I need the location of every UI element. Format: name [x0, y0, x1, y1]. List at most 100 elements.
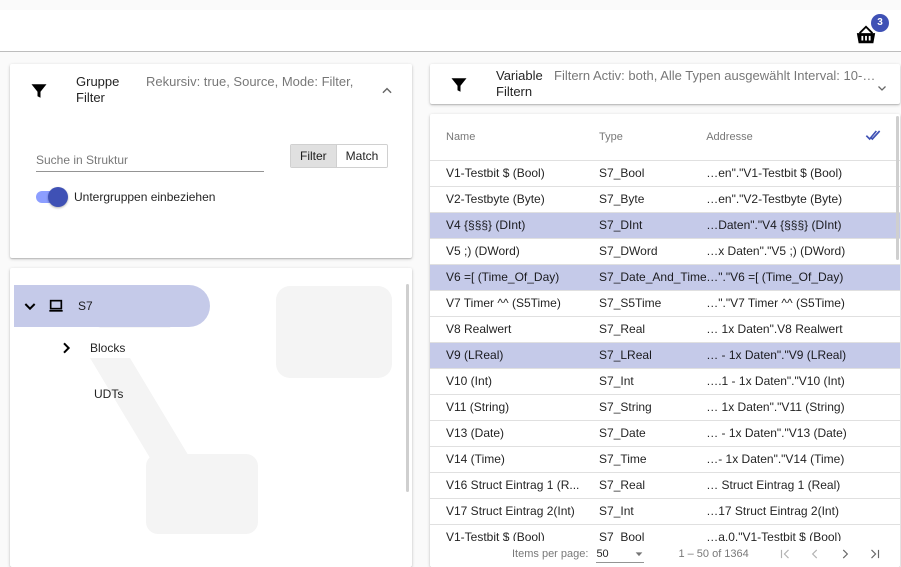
done-all-icon[interactable] — [865, 127, 881, 143]
table-scrollbar[interactable] — [896, 116, 899, 260]
cart-count-badge: 3 — [871, 14, 889, 32]
table-row[interactable]: V6 =[ (Time_Of_Day) S7_Date_And_Time …"."V… — [430, 264, 900, 291]
cell-spacer — [864, 446, 900, 473]
cell-name: V7 Timer ^^ (S5Time) — [430, 290, 600, 317]
cell-name: V13 (Date) — [430, 420, 600, 447]
table-row[interactable]: V13 (Date) S7_Date… - 1x Daten"."V13 (Dat… — [430, 420, 900, 447]
tree-node-udts[interactable]: UDTs — [94, 387, 123, 401]
table-row[interactable]: V16 Struct Eintrag 1 (R... S7_Real… Struc… — [430, 472, 900, 499]
cell-address: …- 1x Daten"."V14 (Time) — [706, 446, 865, 473]
cell-address: …"."V6 =[ (Time_Of_Day) — [706, 264, 865, 291]
cell-address: …"."V7 Timer ^^ (S5Time) — [706, 290, 865, 317]
cell-name: V11 (String) — [430, 394, 600, 421]
include-subgroups-switch[interactable]: Untergruppen einbeziehen — [36, 187, 216, 207]
cell-type: S7_Date_And_Time — [599, 264, 707, 291]
cell-address: …x Daten"."V5 ;) (DWord) — [706, 238, 865, 265]
column-header-name[interactable]: Name — [430, 114, 600, 161]
variable-filter-panel[interactable]: Variable Filtern Filtern Activ: both, Al… — [430, 64, 900, 104]
cell-spacer — [864, 420, 900, 447]
cell-spacer — [864, 264, 900, 291]
previous-page-button[interactable] — [803, 544, 827, 564]
top-toolbar: 3 — [0, 10, 901, 52]
table-row[interactable]: V7 Timer ^^ (S5Time) S7_S5Time …"."V7 Time… — [430, 290, 900, 317]
cell-spacer — [864, 316, 900, 343]
filter-toggle-button[interactable]: Filter — [291, 145, 336, 167]
cell-name: V2-Testbyte (Byte) — [430, 186, 600, 213]
table-body: V1-Testbit $ (Bool) S7_Bool …en"."V1-Testb… — [430, 160, 900, 551]
search-row: Filter Match — [36, 144, 396, 174]
cell-type: S7_Real — [599, 316, 707, 343]
chevron-right-icon[interactable] — [58, 340, 74, 356]
cell-type: S7_Time — [599, 446, 707, 473]
cell-type: S7_DWord — [599, 238, 707, 265]
table-row[interactable]: V9 (LReal) S7_LReal… - 1x Daten"."V9 (LRe… — [430, 342, 900, 369]
table-row[interactable]: V1-Testbit $ (Bool) S7_Bool …en"."V1-Testb… — [430, 160, 900, 187]
tree-node-label: Blocks — [90, 341, 126, 355]
variable-table: Name Type Addresse V1-Testbit $ (Bool) S7… — [430, 114, 900, 551]
column-header-address[interactable]: Addresse — [706, 114, 865, 161]
table-row[interactable]: V5 ;) (DWord) S7_DWord …x Daten"."V5 ;) (D… — [430, 238, 900, 265]
paginator: Items per page: 50 1 – 50 of 1364 — [430, 541, 900, 567]
last-page-icon — [870, 549, 879, 559]
cell-type: S7_DInt — [599, 212, 707, 239]
tree-node-label: UDTs — [94, 387, 124, 401]
cell-name: V17 Struct Eintrag 2(Int) — [430, 498, 600, 525]
cell-address: … - 1x Daten"."V9 (LReal) — [706, 342, 865, 369]
cell-spacer — [864, 238, 900, 265]
table-row[interactable]: V4 {§§§} (DInt) S7_DInt …Daten"."V4 {§§§} … — [430, 212, 900, 239]
cell-name: V4 {§§§} (DInt) — [430, 212, 600, 239]
switch-thumb[interactable] — [48, 187, 68, 207]
device-icon — [49, 299, 63, 312]
chevron-down-icon[interactable] — [876, 82, 888, 94]
select-all-header[interactable] — [864, 114, 900, 161]
table-row[interactable]: V2-Testbyte (Byte) S7_Byte …en"."V2-Testby… — [430, 186, 900, 213]
cell-name: V9 (LReal) — [430, 342, 600, 369]
items-per-page-select[interactable]: 50 — [596, 545, 645, 563]
first-page-icon — [780, 549, 789, 559]
table-row[interactable]: V17 Struct Eintrag 2(Int) S7_Int …17 Struc… — [430, 498, 900, 525]
cell-spacer — [864, 160, 900, 187]
column-header-type[interactable]: Type — [599, 114, 707, 161]
page-range-label: 1 – 50 of 1364 — [678, 548, 749, 560]
switch-label: Untergruppen einbeziehen — [74, 190, 216, 204]
cell-name: V14 (Time) — [430, 446, 600, 473]
structure-search-input[interactable] — [36, 148, 264, 172]
chevron-down-icon[interactable] — [22, 298, 38, 314]
last-page-button[interactable] — [863, 544, 887, 564]
chevron-up-icon[interactable] — [380, 84, 394, 98]
cell-type: S7_S5Time — [599, 290, 707, 317]
next-page-button[interactable] — [833, 544, 857, 564]
cell-address: …17 Struct Eintrag 2(Int) — [706, 498, 865, 525]
tree-panel: S7 Blocks UDTs — [10, 268, 412, 567]
cell-type: S7_Int — [599, 368, 707, 395]
cell-name: V10 (Int) — [430, 368, 600, 395]
switch-track[interactable] — [36, 187, 68, 207]
cell-name: V6 =[ (Time_Of_Day) — [430, 264, 600, 291]
tree-node-blocks[interactable]: Blocks — [58, 340, 125, 356]
match-toggle-button[interactable]: Match — [335, 145, 388, 167]
tree-scrollbar[interactable] — [406, 284, 409, 492]
cell-type: S7_Int — [599, 498, 707, 525]
first-page-button[interactable] — [773, 544, 797, 564]
cell-name: V16 Struct Eintrag 1 (R... — [430, 472, 600, 499]
variable-filter-title: Variable Filtern — [496, 68, 543, 99]
shopping-basket-button[interactable]: 3 — [855, 14, 889, 46]
tree-root-node[interactable]: S7 — [14, 285, 210, 327]
cell-address: … - 1x Daten"."V13 (Date) — [706, 420, 865, 447]
table-row[interactable]: V8 Realwert S7_Real… 1x Daten".V8 Realwer… — [430, 316, 900, 343]
cell-type: S7_LReal — [599, 342, 707, 369]
cell-type: S7_Bool — [599, 160, 707, 187]
cell-address: …en"."V2-Testbyte (Byte) — [706, 186, 865, 213]
group-filter-header[interactable]: Gruppe Filter Rekursiv: true, Source, Mo… — [10, 64, 412, 118]
table-row[interactable]: V11 (String) S7_String… 1x Daten"."V11 (S… — [430, 394, 900, 421]
cell-address: …en"."V1-Testbit $ (Bool) — [706, 160, 865, 187]
cell-name: V1-Testbit $ (Bool) — [430, 160, 600, 187]
table-row[interactable]: V14 (Time) S7_Time …- 1x Daten"."V14 (Time… — [430, 446, 900, 473]
table-row[interactable]: V10 (Int) S7_Int ….1 - 1x Daten"."V10 (Int… — [430, 368, 900, 395]
cell-spacer — [864, 394, 900, 421]
cell-type: S7_String — [599, 394, 707, 421]
items-per-page-label: Items per page: — [512, 548, 589, 560]
cell-address: … 1x Daten".V8 Realwert — [706, 316, 865, 343]
cell-address: ….1 - 1x Daten"."V10 (Int) — [706, 368, 865, 395]
cell-spacer — [864, 342, 900, 369]
